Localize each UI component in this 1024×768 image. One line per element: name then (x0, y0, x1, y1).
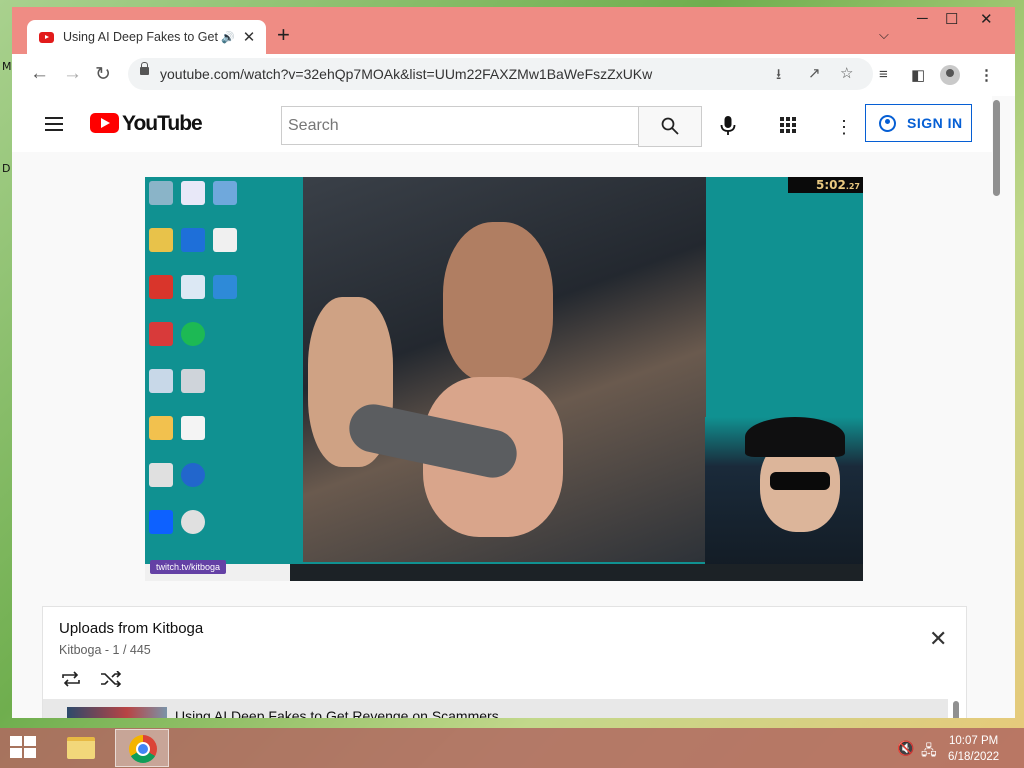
twitch-badge: twitch.tv/kitboga (150, 560, 227, 574)
microphone-icon[interactable] (720, 116, 736, 136)
lock-icon (140, 62, 149, 75)
page-viewport: YouTube ⋮ (12, 96, 1015, 718)
title-bar: Using AI Deep Fakes to Get R 🔊 ✕ + ⌵ ─ ☐… (12, 7, 1015, 54)
taskbar-clock[interactable]: 10:07 PM 6/18/2022 (948, 733, 999, 765)
reload-icon[interactable]: ↻ (95, 63, 111, 86)
playlist-panel: Uploads from Kitboga Kitboga - 1 / 445 ✕… (42, 606, 967, 718)
playlist-position: 1 / 445 (112, 643, 151, 657)
maximize-button[interactable]: ☐ (945, 10, 958, 28)
bookmark-star-icon[interactable]: ☆ (840, 64, 853, 82)
youtube-favicon-icon (39, 31, 54, 43)
search-box (281, 106, 639, 145)
playlist-item[interactable]: Using AI Deep Fakes to Get Revenge on Sc… (43, 699, 948, 718)
media-queue-icon[interactable]: ≡ (879, 66, 888, 83)
new-tab-button[interactable]: + (277, 24, 290, 46)
chrome-menu-icon[interactable]: ⋮ (979, 66, 994, 84)
playlist-item-thumbnail[interactable] (67, 707, 167, 718)
search-icon (661, 117, 679, 135)
speaker-icon[interactable]: 🔊 (221, 31, 235, 44)
webcam-overlay (705, 417, 863, 581)
url-text[interactable]: youtube.com/watch?v=32ehQp7MOAk&list=UUm… (160, 66, 652, 82)
volume-muted-icon[interactable]: 🔇 (897, 740, 914, 757)
forward-arrow-icon[interactable]: → (63, 63, 82, 85)
video-taskbar (290, 564, 863, 581)
playlist-channel[interactable]: Kitboga (59, 643, 101, 657)
account-icon (879, 114, 896, 132)
clock-date: 6/18/2022 (948, 751, 1000, 763)
shuffle-icon[interactable] (100, 671, 122, 687)
back-arrow-icon[interactable]: ← (30, 63, 49, 85)
youtube-logo-icon[interactable] (90, 113, 119, 133)
windows-taskbar: 🔇 🖧 10:07 PM 6/18/2022 (0, 728, 1024, 768)
sign-in-button[interactable]: SIGN IN (865, 104, 972, 142)
video-timer: 5:02.27 (788, 177, 863, 193)
playlist-title[interactable]: Uploads from Kitboga (59, 620, 203, 637)
chrome-icon (129, 735, 157, 763)
desktop-label: M (2, 60, 12, 73)
browser-window: Using AI Deep Fakes to Get R 🔊 ✕ + ⌵ ─ ☐… (12, 7, 1015, 718)
apps-grid-icon[interactable] (780, 117, 796, 133)
more-options-icon[interactable]: ⋮ (835, 117, 853, 138)
playlist-close-icon[interactable]: ✕ (929, 628, 947, 650)
folder-icon (67, 737, 95, 759)
search-button[interactable] (638, 106, 702, 147)
video-desktop-icons (145, 177, 242, 581)
tab-youtube[interactable]: Using AI Deep Fakes to Get R 🔊 ✕ (27, 20, 266, 54)
desktop-label: D (2, 162, 11, 175)
file-explorer-button[interactable] (54, 729, 108, 767)
address-bar[interactable]: youtube.com/watch?v=32ehQp7MOAk&list=UUm… (128, 58, 873, 90)
tab-close-icon[interactable]: ✕ (243, 28, 256, 46)
share-icon[interactable]: ↗ (808, 64, 821, 82)
profile-avatar-icon[interactable] (940, 65, 960, 85)
search-input[interactable] (282, 107, 620, 144)
youtube-header: YouTube ⋮ (12, 96, 992, 152)
minimize-button[interactable]: ─ (917, 10, 928, 27)
playlist-scrollbar[interactable] (953, 701, 959, 718)
sign-in-label: SIGN IN (907, 115, 963, 131)
video-player[interactable]: 5:02.27 twitch.tv/kitboga (145, 177, 863, 581)
playlist-meta: Kitboga - 1 / 445 (59, 643, 151, 657)
loop-icon[interactable] (60, 671, 82, 687)
hamburger-menu-icon[interactable] (45, 117, 63, 135)
close-window-button[interactable]: ✕ (980, 10, 993, 28)
install-icon[interactable]: ⭳ (776, 64, 781, 89)
clock-time: 10:07 PM (948, 735, 999, 747)
page-scrollbar[interactable] (993, 100, 1000, 196)
windows-start-icon[interactable] (10, 736, 38, 760)
chrome-taskbar-button[interactable] (115, 729, 169, 767)
side-panel-icon[interactable]: ◧ (911, 66, 925, 84)
browser-toolbar: ← → ↻ youtube.com/watch?v=32ehQp7MOAk&li… (12, 54, 1015, 96)
tab-search-chevron-icon[interactable]: ⌵ (879, 27, 889, 43)
playlist-item-title[interactable]: Using AI Deep Fakes to Get Revenge on Sc… (175, 708, 499, 718)
tab-title: Using AI Deep Fakes to Get R (63, 30, 218, 44)
network-icon[interactable]: 🖧 (921, 740, 937, 764)
youtube-logo-text[interactable]: YouTube (122, 112, 203, 136)
video-frame-photo (303, 177, 706, 562)
